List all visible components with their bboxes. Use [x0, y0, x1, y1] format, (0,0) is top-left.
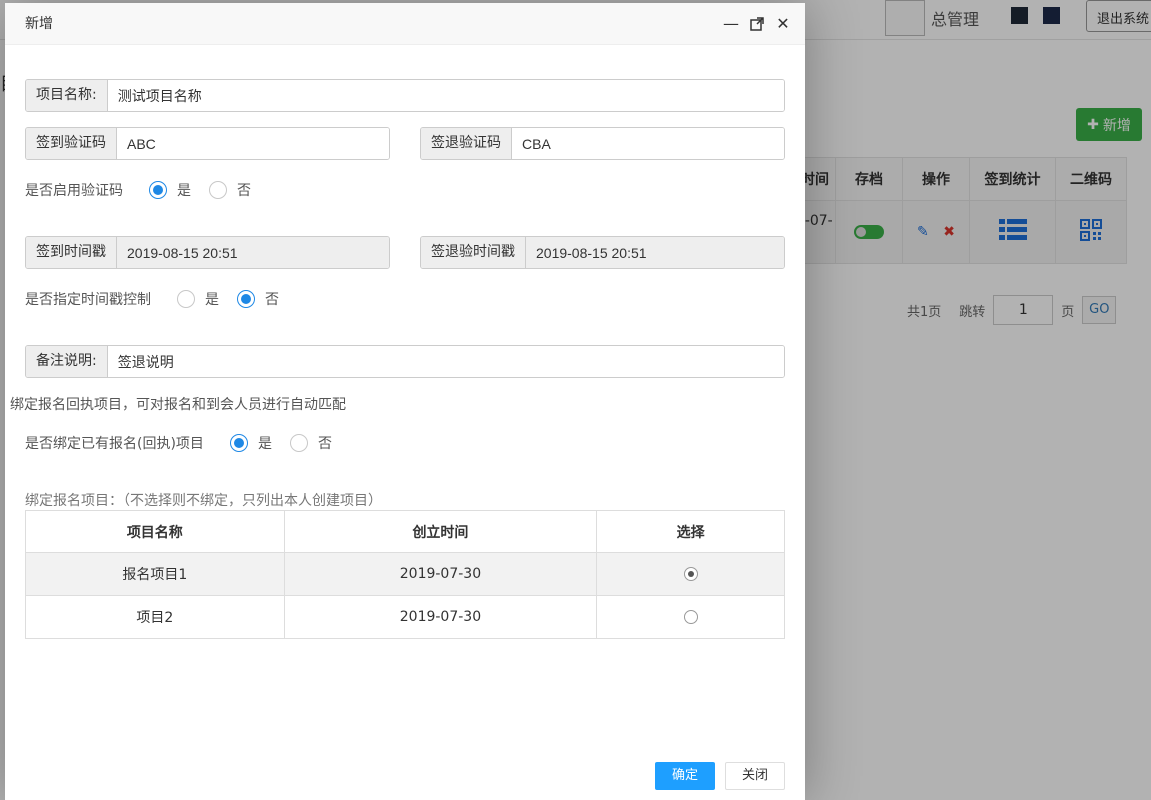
enable-code-yes-option[interactable]: 是 — [149, 180, 191, 200]
dialog-title-bar: 新增 — ✕ — [5, 3, 805, 45]
time-control-no-label: 否 — [265, 292, 279, 308]
enable-code-no-option[interactable]: 否 — [209, 180, 251, 200]
radio-checked-icon[interactable] — [229, 434, 248, 452]
bind-project-table: 项目名称 创立时间 选择 报名项目1 2019-07-30 项目2 2019-0… — [25, 510, 785, 639]
time-control-label: 是否指定时间戳控制 — [25, 292, 151, 308]
select-radio[interactable] — [683, 610, 698, 624]
time-control-row: 是否指定时间戳控制 是 否 — [25, 288, 297, 310]
checkout-code-input[interactable] — [512, 128, 784, 159]
table-row[interactable]: 项目2 2019-07-30 — [25, 595, 785, 639]
select-cell — [596, 595, 785, 639]
remark-input[interactable] — [107, 346, 784, 377]
remark-label: 备注说明: — [26, 346, 108, 377]
checkin-time-input[interactable] — [117, 237, 389, 268]
confirm-button[interactable]: 确定 — [655, 762, 715, 790]
select-cell — [596, 552, 785, 596]
column-header-select: 选择 — [596, 510, 785, 553]
created-time-cell: 2019-07-30 — [283, 552, 598, 596]
project-name-group: 项目名称: — [25, 79, 785, 112]
project-name-input[interactable] — [107, 80, 784, 111]
bind-note: 绑定报名项目：（不选择则不绑定，只列出本人创建项目） — [25, 493, 382, 509]
add-dialog: 新增 — ✕ 项目名称: 签到验证码 签退验证码 是否启用验证码 是 否 — [5, 3, 805, 800]
checkout-code-group: 签退验证码 — [420, 127, 785, 160]
select-radio[interactable] — [683, 567, 698, 581]
radio-unchecked-icon[interactable] — [209, 181, 227, 199]
time-control-yes-label: 是 — [205, 292, 219, 308]
bind-existing-yes-label: 是 — [257, 436, 272, 452]
checkout-time-input[interactable] — [526, 237, 784, 268]
time-control-no-option[interactable]: 否 — [237, 289, 279, 309]
checkin-time-label: 签到时间戳 — [26, 237, 117, 268]
checkin-code-group: 签到验证码 — [25, 127, 390, 160]
column-header-project-name: 项目名称 — [25, 510, 285, 553]
radio-unchecked-icon[interactable] — [177, 290, 195, 308]
checkin-time-group: 签到时间戳 — [25, 236, 390, 269]
bind-existing-label: 是否绑定已有报名(回执)项目 — [25, 436, 204, 452]
bind-existing-row: 是否绑定已有报名(回执)项目 是 否 — [25, 432, 350, 454]
radio-checked-icon[interactable] — [149, 181, 167, 199]
radio-unchecked-icon[interactable] — [289, 434, 308, 452]
close-icon[interactable]: ✕ — [775, 16, 791, 32]
close-button[interactable]: 关闭 — [725, 762, 785, 790]
checkout-code-label: 签退验证码 — [421, 128, 512, 159]
enable-code-row: 是否启用验证码 是 否 — [25, 179, 269, 201]
time-control-yes-option[interactable]: 是 — [177, 289, 219, 309]
enable-code-no-label: 否 — [237, 183, 251, 199]
bind-existing-yes-option[interactable]: 是 — [229, 433, 272, 453]
checkin-code-label: 签到验证码 — [26, 128, 117, 159]
bind-hint: 绑定报名回执项目，可对报名和到会人员进行自动匹配 — [10, 397, 346, 413]
dialog-title: 新增 — [25, 16, 53, 32]
table-row[interactable]: 报名项目1 2019-07-30 — [25, 552, 785, 596]
remark-group: 备注说明: — [25, 345, 785, 378]
checkin-code-input[interactable] — [117, 128, 389, 159]
bind-existing-no-option[interactable]: 否 — [289, 433, 332, 453]
minimize-icon[interactable]: — — [723, 16, 739, 32]
checkout-time-group: 签退验时间戳 — [420, 236, 785, 269]
project-name-label: 项目名称: — [26, 80, 108, 111]
maximize-icon[interactable] — [749, 16, 765, 32]
project-name-cell: 报名项目1 — [25, 552, 285, 596]
enable-code-yes-label: 是 — [177, 183, 191, 199]
radio-checked-icon[interactable] — [237, 290, 255, 308]
bind-existing-no-label: 否 — [317, 436, 332, 452]
created-time-cell: 2019-07-30 — [283, 595, 598, 639]
column-header-created-time: 创立时间 — [283, 510, 598, 553]
enable-code-label: 是否启用验证码 — [25, 183, 123, 199]
dialog-window-controls: — ✕ — [723, 3, 791, 45]
checkout-time-label: 签退验时间戳 — [421, 237, 526, 268]
project-name-cell: 项目2 — [25, 595, 285, 639]
